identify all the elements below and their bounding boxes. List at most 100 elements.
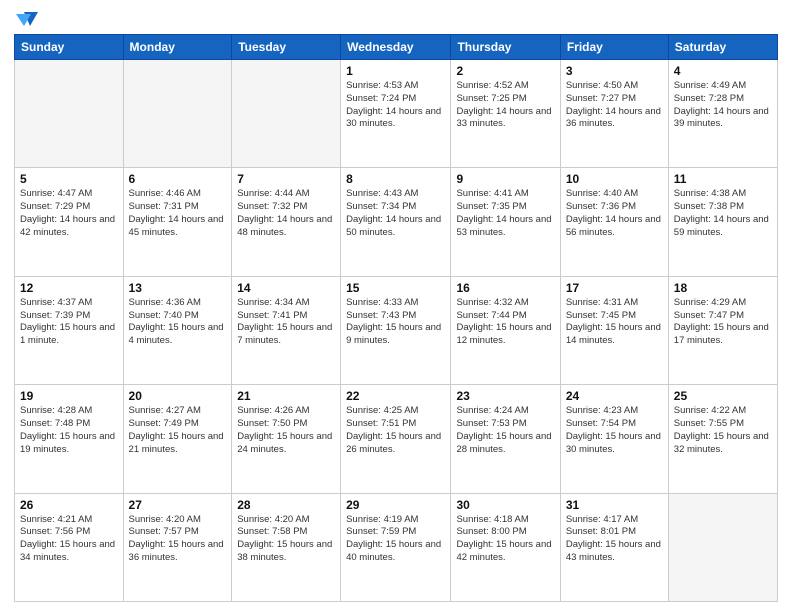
day-cell xyxy=(232,60,341,168)
day-info: Sunrise: 4:28 AM Sunset: 7:48 PM Dayligh… xyxy=(20,405,118,456)
day-info: Sunrise: 4:23 AM Sunset: 7:54 PM Dayligh… xyxy=(566,405,663,456)
day-cell: 21 Sunrise: 4:26 AM Sunset: 7:50 PM Dayli… xyxy=(232,385,341,493)
day-cell: 28 Sunrise: 4:20 AM Sunset: 7:58 PM Dayli… xyxy=(232,493,341,601)
day-cell: 30 Sunrise: 4:18 AM Sunset: 8:00 PM Dayli… xyxy=(451,493,560,601)
day-number: 11 xyxy=(674,172,772,186)
day-info: Sunrise: 4:32 AM Sunset: 7:44 PM Dayligh… xyxy=(456,297,554,348)
day-info: Sunrise: 4:31 AM Sunset: 7:45 PM Dayligh… xyxy=(566,297,663,348)
day-info: Sunrise: 4:29 AM Sunset: 7:47 PM Dayligh… xyxy=(674,297,772,348)
day-cell: 5Sunrise: 4:47 AM Sunset: 7:29 PM Daylig… xyxy=(15,168,124,276)
day-cell: 14 Sunrise: 4:34 AM Sunset: 7:41 PM Dayli… xyxy=(232,276,341,384)
day-info: Sunrise: 4:34 AM Sunset: 7:41 PM Dayligh… xyxy=(237,297,335,348)
day-cell: 23 Sunrise: 4:24 AM Sunset: 7:53 PM Dayli… xyxy=(451,385,560,493)
day-cell: 16 Sunrise: 4:32 AM Sunset: 7:44 PM Dayli… xyxy=(451,276,560,384)
day-info: Sunrise: 4:43 AM Sunset: 7:34 PM Dayligh… xyxy=(346,188,445,239)
day-info: Sunrise: 4:49 AM Sunset: 7:28 PM Dayligh… xyxy=(674,80,772,131)
day-number: 3 xyxy=(566,64,663,78)
day-info: Sunrise: 4:38 AM Sunset: 7:38 PM Dayligh… xyxy=(674,188,772,239)
day-cell: 11 Sunrise: 4:38 AM Sunset: 7:38 PM Dayli… xyxy=(668,168,777,276)
day-number: 8 xyxy=(346,172,445,186)
day-number: 15 xyxy=(346,281,445,295)
day-number: 20 xyxy=(129,389,227,403)
day-cell: 10 Sunrise: 4:40 AM Sunset: 7:36 PM Dayli… xyxy=(560,168,668,276)
day-number: 17 xyxy=(566,281,663,295)
day-number: 26 xyxy=(20,498,118,512)
day-info: Sunrise: 4:21 AM Sunset: 7:56 PM Dayligh… xyxy=(20,514,118,565)
day-number: 1 xyxy=(346,64,445,78)
day-info: Sunrise: 4:46 AM Sunset: 7:31 PM Dayligh… xyxy=(129,188,227,239)
day-cell: 1Sunrise: 4:53 AM Sunset: 7:24 PM Daylig… xyxy=(341,60,451,168)
day-info: Sunrise: 4:50 AM Sunset: 7:27 PM Dayligh… xyxy=(566,80,663,131)
day-info: Sunrise: 4:26 AM Sunset: 7:50 PM Dayligh… xyxy=(237,405,335,456)
day-info: Sunrise: 4:19 AM Sunset: 7:59 PM Dayligh… xyxy=(346,514,445,565)
day-info: Sunrise: 4:17 AM Sunset: 8:01 PM Dayligh… xyxy=(566,514,663,565)
day-number: 14 xyxy=(237,281,335,295)
day-info: Sunrise: 4:25 AM Sunset: 7:51 PM Dayligh… xyxy=(346,405,445,456)
weekday-monday: Monday xyxy=(123,35,232,60)
day-number: 6 xyxy=(129,172,227,186)
day-number: 29 xyxy=(346,498,445,512)
day-cell: 29 Sunrise: 4:19 AM Sunset: 7:59 PM Dayli… xyxy=(341,493,451,601)
day-number: 10 xyxy=(566,172,663,186)
day-info: Sunrise: 4:18 AM Sunset: 8:00 PM Dayligh… xyxy=(456,514,554,565)
day-info: Sunrise: 4:40 AM Sunset: 7:36 PM Dayligh… xyxy=(566,188,663,239)
weekday-thursday: Thursday xyxy=(451,35,560,60)
week-row-5: 26 Sunrise: 4:21 AM Sunset: 7:56 PM Dayli… xyxy=(15,493,778,601)
day-number: 25 xyxy=(674,389,772,403)
day-number: 7 xyxy=(237,172,335,186)
day-cell: 19 Sunrise: 4:28 AM Sunset: 7:48 PM Dayli… xyxy=(15,385,124,493)
day-cell: 24 Sunrise: 4:23 AM Sunset: 7:54 PM Dayli… xyxy=(560,385,668,493)
week-row-2: 5Sunrise: 4:47 AM Sunset: 7:29 PM Daylig… xyxy=(15,168,778,276)
day-info: Sunrise: 4:47 AM Sunset: 7:29 PM Dayligh… xyxy=(20,188,118,239)
week-row-4: 19 Sunrise: 4:28 AM Sunset: 7:48 PM Dayli… xyxy=(15,385,778,493)
day-info: Sunrise: 4:27 AM Sunset: 7:49 PM Dayligh… xyxy=(129,405,227,456)
day-cell: 17 Sunrise: 4:31 AM Sunset: 7:45 PM Dayli… xyxy=(560,276,668,384)
week-row-1: 1Sunrise: 4:53 AM Sunset: 7:24 PM Daylig… xyxy=(15,60,778,168)
day-info: Sunrise: 4:37 AM Sunset: 7:39 PM Dayligh… xyxy=(20,297,118,348)
calendar-table: SundayMondayTuesdayWednesdayThursdayFrid… xyxy=(14,34,778,602)
weekday-header-row: SundayMondayTuesdayWednesdayThursdayFrid… xyxy=(15,35,778,60)
day-cell: 25 Sunrise: 4:22 AM Sunset: 7:55 PM Dayli… xyxy=(668,385,777,493)
day-cell: 26 Sunrise: 4:21 AM Sunset: 7:56 PM Dayli… xyxy=(15,493,124,601)
day-cell: 27Sunrise: 4:20 AM Sunset: 7:57 PM Dayli… xyxy=(123,493,232,601)
day-number: 13 xyxy=(129,281,227,295)
day-cell xyxy=(668,493,777,601)
day-info: Sunrise: 4:22 AM Sunset: 7:55 PM Dayligh… xyxy=(674,405,772,456)
day-number: 2 xyxy=(456,64,554,78)
day-number: 31 xyxy=(566,498,663,512)
day-cell: 6 Sunrise: 4:46 AM Sunset: 7:31 PM Daylig… xyxy=(123,168,232,276)
day-number: 18 xyxy=(674,281,772,295)
day-cell: 15 Sunrise: 4:33 AM Sunset: 7:43 PM Dayli… xyxy=(341,276,451,384)
day-number: 19 xyxy=(20,389,118,403)
day-info: Sunrise: 4:24 AM Sunset: 7:53 PM Dayligh… xyxy=(456,405,554,456)
day-number: 21 xyxy=(237,389,335,403)
day-info: Sunrise: 4:52 AM Sunset: 7:25 PM Dayligh… xyxy=(456,80,554,131)
weekday-tuesday: Tuesday xyxy=(232,35,341,60)
day-info: Sunrise: 4:20 AM Sunset: 7:58 PM Dayligh… xyxy=(237,514,335,565)
day-cell: 2 Sunrise: 4:52 AM Sunset: 7:25 PM Daylig… xyxy=(451,60,560,168)
day-number: 12 xyxy=(20,281,118,295)
weekday-saturday: Saturday xyxy=(668,35,777,60)
day-number: 23 xyxy=(456,389,554,403)
header xyxy=(14,10,778,28)
weekday-friday: Friday xyxy=(560,35,668,60)
day-info: Sunrise: 4:33 AM Sunset: 7:43 PM Dayligh… xyxy=(346,297,445,348)
day-info: Sunrise: 4:41 AM Sunset: 7:35 PM Dayligh… xyxy=(456,188,554,239)
day-info: Sunrise: 4:20 AM Sunset: 7:57 PM Dayligh… xyxy=(129,514,227,565)
page: SundayMondayTuesdayWednesdayThursdayFrid… xyxy=(0,0,792,612)
day-number: 30 xyxy=(456,498,554,512)
weekday-wednesday: Wednesday xyxy=(341,35,451,60)
day-number: 22 xyxy=(346,389,445,403)
day-cell xyxy=(15,60,124,168)
day-cell: 18 Sunrise: 4:29 AM Sunset: 7:47 PM Dayli… xyxy=(668,276,777,384)
week-row-3: 12 Sunrise: 4:37 AM Sunset: 7:39 PM Dayli… xyxy=(15,276,778,384)
day-cell: 8 Sunrise: 4:43 AM Sunset: 7:34 PM Daylig… xyxy=(341,168,451,276)
day-cell: 3 Sunrise: 4:50 AM Sunset: 7:27 PM Daylig… xyxy=(560,60,668,168)
day-number: 28 xyxy=(237,498,335,512)
day-number: 24 xyxy=(566,389,663,403)
day-number: 16 xyxy=(456,281,554,295)
day-cell xyxy=(123,60,232,168)
day-cell: 4Sunrise: 4:49 AM Sunset: 7:28 PM Daylig… xyxy=(668,60,777,168)
day-cell: 20 Sunrise: 4:27 AM Sunset: 7:49 PM Dayli… xyxy=(123,385,232,493)
day-cell: 31 Sunrise: 4:17 AM Sunset: 8:01 PM Dayli… xyxy=(560,493,668,601)
